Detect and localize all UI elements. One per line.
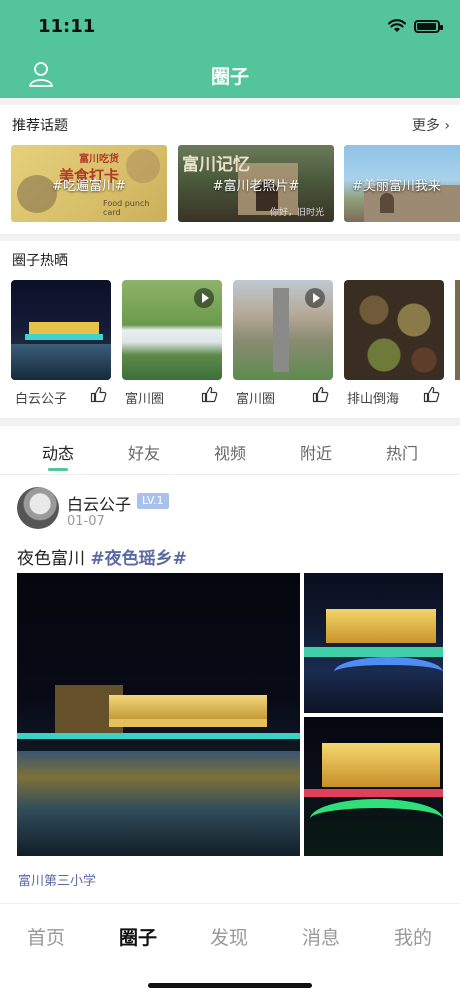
hot-item-name: 富川圈	[125, 392, 165, 407]
tab-mine[interactable]: 我的	[373, 923, 453, 950]
app-header: 11:11 圈子	[0, 0, 460, 98]
battery-icon	[414, 19, 443, 33]
topic-label: #美丽富川我来	[352, 179, 441, 194]
home-indicator	[148, 983, 312, 988]
post-date: 01-07	[67, 514, 105, 529]
hot-card[interactable]	[344, 280, 444, 380]
play-icon	[194, 288, 214, 308]
tab-messages[interactable]: 消息	[281, 923, 361, 950]
tab-video[interactable]: 视频	[187, 440, 273, 464]
post-body: 夜色富川	[17, 549, 91, 569]
topic-card-beautiful[interactable]: #美丽富川我来	[344, 145, 460, 222]
topics-title: 推荐话题	[12, 118, 68, 134]
more-topics-link[interactable]: 更多 ›	[412, 115, 450, 135]
wifi-icon	[388, 19, 406, 32]
section-divider	[0, 234, 460, 241]
post-location[interactable]: 富川第三小学	[18, 870, 96, 889]
bottom-tab-bar: 首页 圈子 发现 消息 我的	[0, 903, 460, 996]
hot-card[interactable]	[11, 280, 111, 380]
status-icons	[388, 19, 443, 33]
hot-item-name: 白云公子	[15, 392, 68, 407]
thumbs-up-icon[interactable]	[90, 386, 107, 403]
level-badge: LV.1	[137, 493, 169, 509]
post-text: 夜色富川 #夜色瑶乡#	[17, 544, 187, 569]
avatar[interactable]	[17, 487, 59, 529]
tab-dynamic[interactable]: 动态	[15, 440, 101, 464]
topic-art-text: 富川记忆	[182, 155, 250, 175]
page-title: 圈子	[210, 66, 249, 88]
tab-hot[interactable]: 热门	[359, 440, 445, 464]
post-username[interactable]: 白云公子	[67, 491, 131, 515]
tab-discover[interactable]: 发现	[189, 923, 269, 950]
post-photo-top-right[interactable]	[304, 573, 443, 713]
hot-card[interactable]	[122, 280, 222, 380]
active-tab-indicator	[48, 468, 68, 471]
topic-label: #吃遍富川#	[52, 179, 126, 194]
hot-card[interactable]	[233, 280, 333, 380]
section-divider	[0, 98, 460, 105]
post-photo-bottom-right[interactable]	[304, 717, 443, 856]
hot-item-name: 排山倒海	[347, 392, 400, 407]
post-hashtag[interactable]: #夜色瑶乡#	[90, 549, 187, 569]
topic-art-text: Food punch card	[103, 199, 150, 217]
play-icon	[305, 288, 325, 308]
section-divider	[0, 418, 460, 426]
status-time: 11:11	[38, 16, 96, 37]
post-photo-main[interactable]	[17, 573, 300, 856]
topic-art-text: 富川吃货	[79, 154, 119, 165]
thumbs-up-icon[interactable]	[312, 386, 329, 403]
tab-nearby[interactable]: 附近	[273, 440, 359, 464]
topic-card-food[interactable]: 富川吃货 美食打卡 Food punch card #吃遍富川#	[11, 145, 167, 222]
topic-label: #富川老照片#	[212, 179, 300, 194]
topic-art-text: 你好，旧时光	[270, 208, 325, 218]
tab-divider	[0, 474, 460, 475]
thumbs-up-icon[interactable]	[423, 386, 440, 403]
tab-circle[interactable]: 圈子	[98, 923, 178, 950]
tab-home[interactable]: 首页	[6, 923, 86, 950]
thumbs-up-icon[interactable]	[201, 386, 218, 403]
tab-friends[interactable]: 好友	[101, 440, 187, 464]
topic-card-old-photos[interactable]: 富川记忆 你好，旧时光 #富川老照片#	[178, 145, 334, 222]
hot-item-name: 富川圈	[236, 392, 276, 407]
hot-card-overflow	[455, 280, 460, 380]
hot-title: 圈子热晒	[12, 253, 68, 269]
